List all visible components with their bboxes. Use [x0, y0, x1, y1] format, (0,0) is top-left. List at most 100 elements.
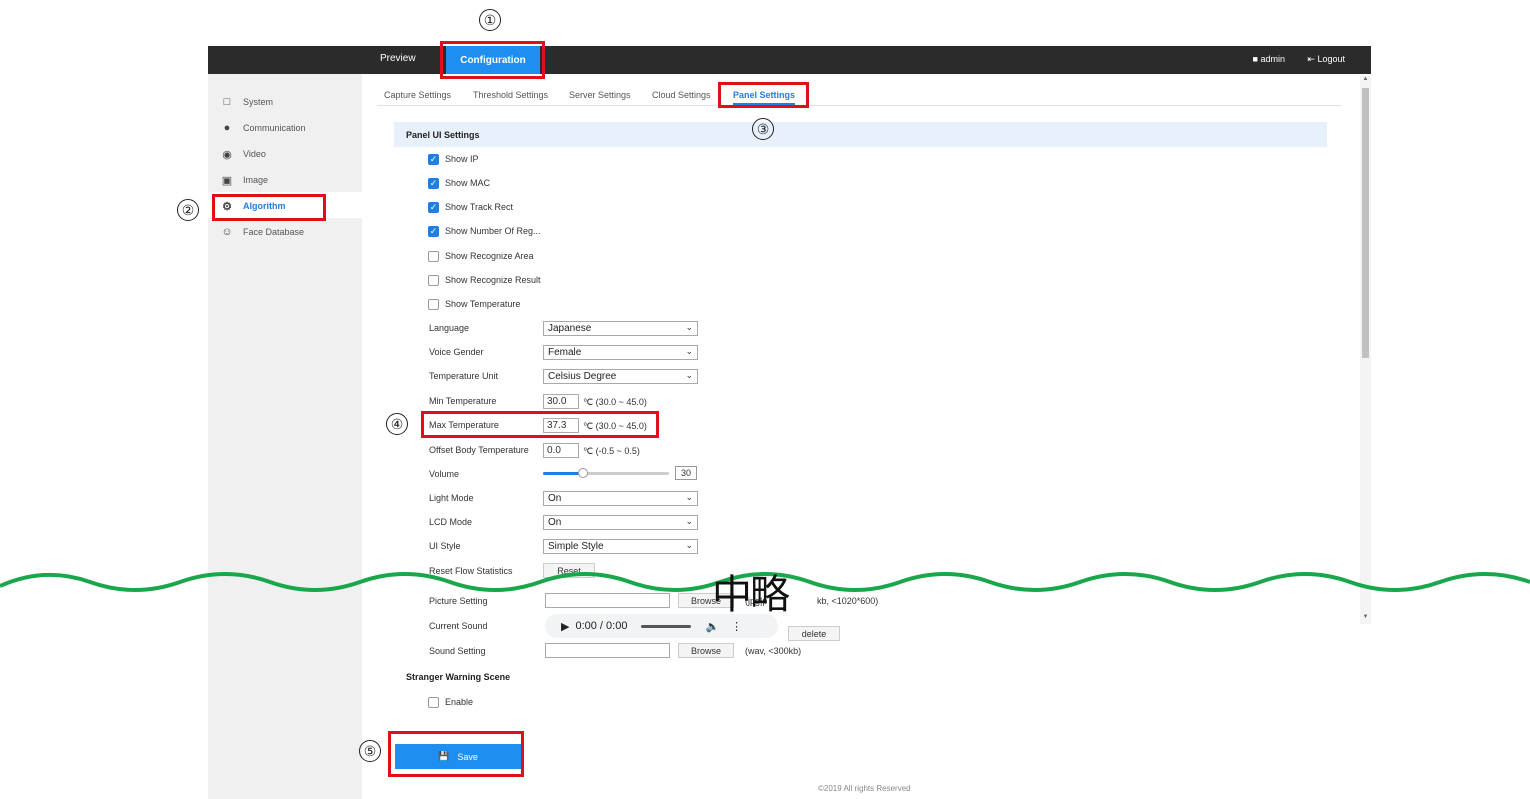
sidebar-item-label: Face Database [243, 227, 305, 237]
check-icon: ✓ [428, 225, 439, 237]
volume-slider-fill [543, 472, 581, 475]
sidebar-item-system[interactable]: □ System [220, 92, 358, 112]
ui-style-label: UI Style [429, 541, 461, 551]
logout-label: Logout [1317, 54, 1345, 64]
tab-server-settings[interactable]: Server Settings [569, 90, 631, 100]
temperature-unit-select[interactable]: Celsius Degree ⌄ [543, 369, 698, 384]
light-mode-select[interactable]: On ⌄ [543, 491, 698, 506]
stranger-warning-title: Stranger Warning Scene [406, 672, 511, 682]
checkbox-show-mac[interactable]: ✓ Show MAC [428, 176, 490, 190]
tab-cloud-settings[interactable]: Cloud Settings [652, 90, 711, 100]
check-icon: ✓ [428, 177, 439, 189]
check-icon: ✓ [428, 201, 439, 213]
sidebar-item-label: Communication [243, 123, 306, 133]
checkbox-label: Show Track Rect [445, 202, 514, 212]
sidebar-item-label: System [243, 97, 274, 107]
chevron-down-icon: ⌄ [685, 516, 693, 526]
highlight-panel-settings [718, 82, 809, 108]
volume-icon[interactable]: 🔈 [705, 620, 719, 633]
highlight-save [388, 731, 524, 777]
top-navigation-bar: Preview Configuration ■ admin ⇤ Logout [208, 46, 1371, 74]
highlight-algorithm [212, 194, 326, 221]
sidebar-item-label: Video [243, 149, 266, 159]
volume-value[interactable]: 30 [675, 466, 697, 480]
checkbox-show-recognize-result[interactable]: Show Recognize Result [428, 273, 541, 287]
sound-browse-button[interactable]: Browse [678, 643, 734, 658]
globe-icon: ● [223, 122, 231, 134]
light-mode-label: Light Mode [429, 493, 474, 503]
step-1-marker: ① [479, 9, 501, 31]
nav-preview[interactable]: Preview [380, 53, 416, 64]
logout-link[interactable]: ⇤ Logout [1307, 54, 1345, 65]
audio-time: 0:00 / 0:00 [575, 620, 628, 632]
footer-copyright: ©2019 All rights Reserved [818, 784, 911, 793]
volume-label: Volume [429, 469, 460, 479]
ui-style-value: Simple Style [548, 541, 604, 552]
face-icon: ☺ [221, 226, 233, 238]
sidebar-item-face-database[interactable]: ☺ Face Database [220, 222, 358, 242]
checkbox-show-track-rect[interactable]: ✓ Show Track Rect [428, 200, 513, 214]
checkbox-label: Show Number Of Reg... [445, 226, 541, 236]
tab-threshold-settings[interactable]: Threshold Settings [473, 90, 548, 100]
sidebar-item-video[interactable]: ◉ Video [220, 144, 358, 164]
ui-style-select[interactable]: Simple Style ⌄ [543, 539, 698, 554]
current-sound-label: Current Sound [429, 621, 488, 631]
settings-tabs: Capture Settings Threshold Settings Serv… [377, 88, 1342, 106]
lcd-mode-value: On [548, 517, 562, 528]
checkbox-label: Show Temperature [445, 299, 521, 309]
username: admin [1260, 54, 1285, 64]
min-temperature-label: Min Temperature [429, 396, 497, 406]
step-4-marker: ④ [386, 413, 408, 435]
sidebar-item-communication[interactable]: ● Communication [220, 118, 358, 138]
min-temperature-range: ℃ (30.0 ~ 45.0) [583, 397, 647, 407]
checkbox-show-ip[interactable]: ✓ Show IP [428, 152, 479, 166]
offset-temperature-input[interactable]: 0.0 [543, 443, 579, 458]
scrollbar-thumb[interactable] [1362, 88, 1369, 358]
highlight-max-temperature [421, 411, 659, 438]
sound-hint: (wav, <300kb) [745, 646, 802, 656]
temperature-unit-value: Celsius Degree [548, 371, 617, 382]
user-menu[interactable]: ■ admin [1253, 54, 1285, 64]
min-temperature-input[interactable]: 30.0 [543, 394, 579, 409]
scroll-down-icon[interactable]: ▼ [1360, 614, 1371, 620]
checkbox-enable[interactable]: Enable [428, 695, 473, 709]
checkbox-show-number-of-reg[interactable]: ✓ Show Number Of Reg... [428, 224, 541, 238]
language-label: Language [429, 323, 470, 333]
voice-gender-value: Female [548, 347, 582, 358]
language-select[interactable]: Japanese ⌄ [543, 321, 698, 336]
temperature-unit-label: Temperature Unit [429, 371, 499, 381]
audio-progress-bar[interactable] [641, 624, 692, 628]
chevron-down-icon: ⌄ [685, 346, 693, 356]
checkbox-label: Show Recognize Result [445, 275, 541, 285]
volume-slider-handle[interactable] [578, 468, 588, 478]
volume-slider[interactable] [543, 468, 669, 478]
sound-file-input[interactable] [545, 643, 670, 658]
user-icon: ■ [1252, 54, 1258, 64]
omission-label: 中略 [712, 572, 790, 618]
scroll-up-icon[interactable]: ▲ [1360, 76, 1371, 82]
checkbox-show-recognize-area[interactable]: Show Recognize Area [428, 249, 534, 263]
checkbox-label: Show IP [445, 154, 479, 164]
lcd-mode-label: LCD Mode [429, 517, 473, 527]
play-icon[interactable]: ▶ [561, 620, 569, 633]
delete-button[interactable]: delete [788, 626, 840, 641]
sidebar-item-image[interactable]: ▣ Image [220, 170, 358, 190]
step-2-marker: ② [177, 199, 199, 221]
voice-gender-select[interactable]: Female ⌄ [543, 345, 698, 360]
chevron-down-icon: ⌄ [685, 540, 693, 550]
chevron-down-icon: ⌄ [685, 322, 693, 332]
checkbox-label: Enable [445, 697, 474, 707]
video-icon: ◉ [222, 148, 232, 161]
checkbox-label: Show MAC [445, 178, 491, 188]
light-mode-value: On [548, 493, 562, 504]
vertical-scrollbar[interactable]: ▲ ▼ [1360, 76, 1371, 624]
step-5-marker: ⑤ [359, 740, 381, 762]
tab-capture-settings[interactable]: Capture Settings [384, 90, 451, 100]
check-icon: ✓ [428, 153, 439, 165]
sidebar: □ System ● Communication ◉ Video ▣ Image ⚙ Al… [208, 74, 362, 799]
checkbox-show-temperature[interactable]: Show Temperature [428, 297, 520, 311]
step-3-marker: ③ [752, 118, 774, 140]
monitor-icon: □ [223, 96, 231, 108]
lcd-mode-select[interactable]: On ⌄ [543, 515, 698, 530]
more-options-icon[interactable]: ⋮ [731, 620, 742, 633]
